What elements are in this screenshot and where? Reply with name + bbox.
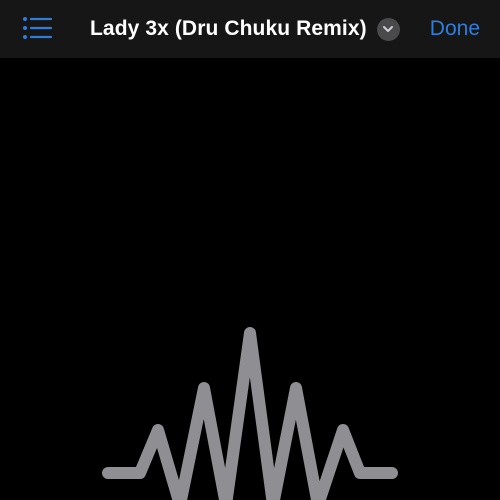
title-menu-button[interactable]: Lady 3x (Dru Chuku Remix) <box>90 0 400 58</box>
track-title: Lady 3x (Dru Chuku Remix) <box>90 17 367 40</box>
chevron-down-icon <box>383 26 394 32</box>
waveform-area <box>0 58 500 500</box>
queue-list-button[interactable] <box>22 14 54 44</box>
waveform-icon <box>102 327 398 500</box>
navigation-bar: Lady 3x (Dru Chuku Remix) Done <box>0 0 500 58</box>
now-playing-screen: Lady 3x (Dru Chuku Remix) Done <box>0 0 500 500</box>
list-bullet-icon <box>23 17 53 39</box>
title-chevron-badge <box>376 17 400 41</box>
done-button[interactable]: Done <box>430 0 480 58</box>
